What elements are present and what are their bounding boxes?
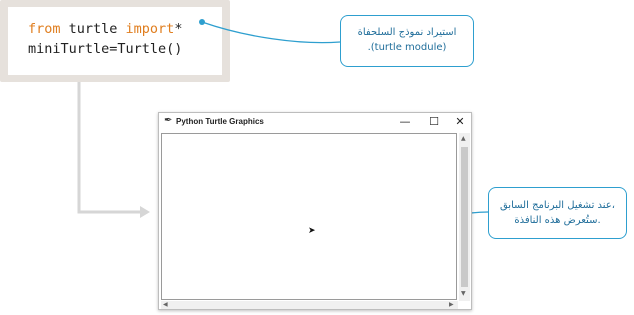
import-pointer-line — [201, 21, 341, 44]
maximize-icon[interactable]: ☐ — [422, 114, 446, 130]
close-icon[interactable]: ✕ — [448, 114, 472, 130]
callout-import: استيراد نموذج السلحفاة .(turtle module) — [340, 15, 474, 67]
minimize-icon[interactable]: — — [393, 114, 417, 130]
window-title: Python Turtle Graphics — [176, 117, 264, 126]
vertical-scroll-thumb[interactable] — [461, 147, 468, 287]
callout-run-line2: ستُعرض هذه النافذة. — [514, 215, 601, 226]
window-connector — [77, 82, 140, 214]
turtle-canvas[interactable]: ➤ — [161, 133, 457, 300]
scroll-left-icon[interactable]: ◀ — [163, 302, 168, 308]
callout-run: عند تشغيل البرنامج السابق، ستُعرض هذه ال… — [488, 187, 627, 239]
horizontal-scrollbar[interactable]: ◀ ▶ — [161, 301, 458, 309]
scroll-right-icon[interactable]: ▶ — [449, 302, 454, 308]
scroll-down-icon[interactable]: ▼ — [461, 291, 466, 297]
callout-import-line1: استيراد نموذج السلحفاة — [357, 27, 457, 38]
scroll-up-icon[interactable]: ▲ — [461, 136, 466, 142]
callout-run-line1: عند تشغيل البرنامج السابق، — [499, 200, 616, 211]
turtle-window: ✒ Python Turtle Graphics — ☐ ✕ ➤ ▲ ▼ ◀ ▶ — [158, 112, 472, 310]
vertical-scrollbar[interactable]: ▲ ▼ — [459, 133, 470, 301]
window-connector-arrowhead — [140, 206, 150, 218]
turtle-arrow-icon: ➤ — [308, 226, 316, 236]
window-titlebar[interactable]: ✒ Python Turtle Graphics — ☐ ✕ — [159, 113, 471, 131]
feather-icon: ✒ — [164, 115, 173, 126]
callout-import-line2: .(turtle module) — [367, 42, 447, 53]
